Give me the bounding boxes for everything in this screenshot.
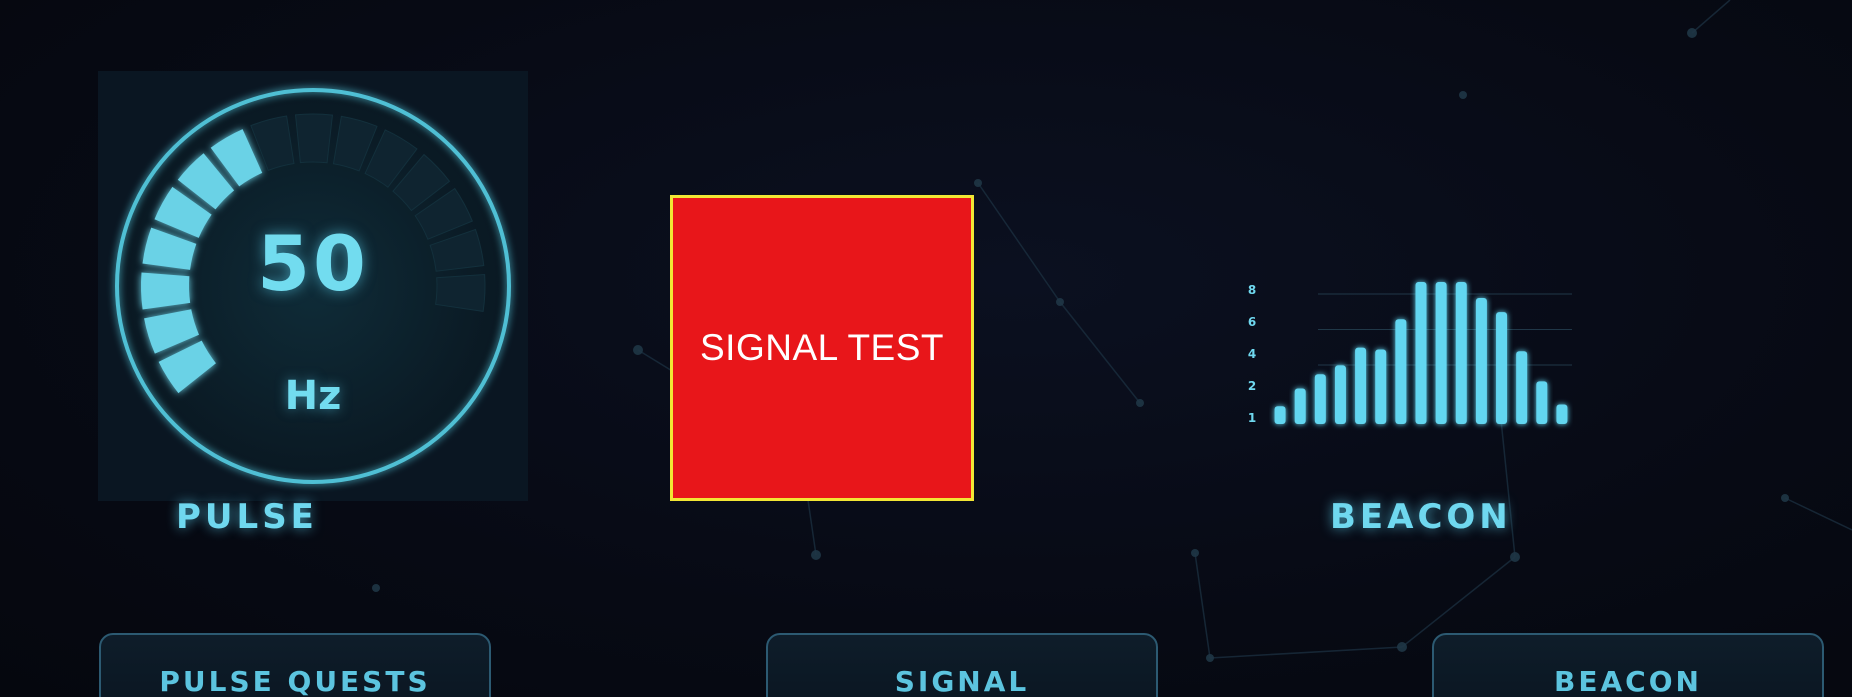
beacon-bar bbox=[1435, 282, 1447, 424]
beacon-bar bbox=[1355, 347, 1367, 424]
beacon-bar bbox=[1475, 297, 1487, 424]
beacon-bar bbox=[1516, 351, 1528, 424]
beacon-label: BEACON bbox=[1330, 497, 1512, 537]
beacon-tick-label: 1 bbox=[1248, 411, 1256, 425]
pulse-gauge: 50 Hz bbox=[98, 71, 528, 501]
beacon-bar bbox=[1334, 365, 1346, 424]
beacon-tick-label: 8 bbox=[1248, 283, 1256, 297]
beacon-bar bbox=[1415, 282, 1427, 424]
beacon-quests-button[interactable]: BEACON bbox=[1432, 633, 1824, 697]
beacon-chart: 8 6 4 2 1 bbox=[1248, 282, 1572, 425]
signal-quests-button[interactable]: SIGNAL bbox=[766, 633, 1158, 697]
beacon-tick-label: 6 bbox=[1248, 315, 1256, 329]
beacon-tick-label: 2 bbox=[1248, 379, 1256, 393]
beacon-bar bbox=[1536, 381, 1548, 424]
beacon-bar bbox=[1314, 374, 1326, 424]
beacon-quests-label: BEACON bbox=[1554, 665, 1702, 697]
beacon-bar bbox=[1556, 404, 1568, 424]
gauge-value: 50 bbox=[257, 219, 369, 308]
pulse-quests-label: PULSE QUESTS bbox=[159, 665, 431, 697]
signal-test-label: SIGNAL TEST bbox=[699, 327, 944, 368]
beacon-tick-label: 4 bbox=[1248, 347, 1256, 361]
beacon-bar bbox=[1375, 349, 1387, 424]
gauge-segment bbox=[294, 113, 334, 164]
beacon-bar bbox=[1496, 312, 1508, 424]
signal-test-tile[interactable]: SIGNAL TEST bbox=[670, 195, 974, 501]
gauge-unit: Hz bbox=[284, 373, 342, 419]
beacon-bar bbox=[1274, 406, 1286, 424]
pulse-label: PULSE bbox=[176, 497, 318, 537]
beacon-bar bbox=[1455, 282, 1467, 424]
beacon-bar bbox=[1395, 319, 1407, 424]
signal-quests-label: SIGNAL bbox=[894, 665, 1030, 697]
pulse-quests-button[interactable]: PULSE QUESTS bbox=[99, 633, 491, 697]
beacon-bar bbox=[1294, 388, 1306, 424]
